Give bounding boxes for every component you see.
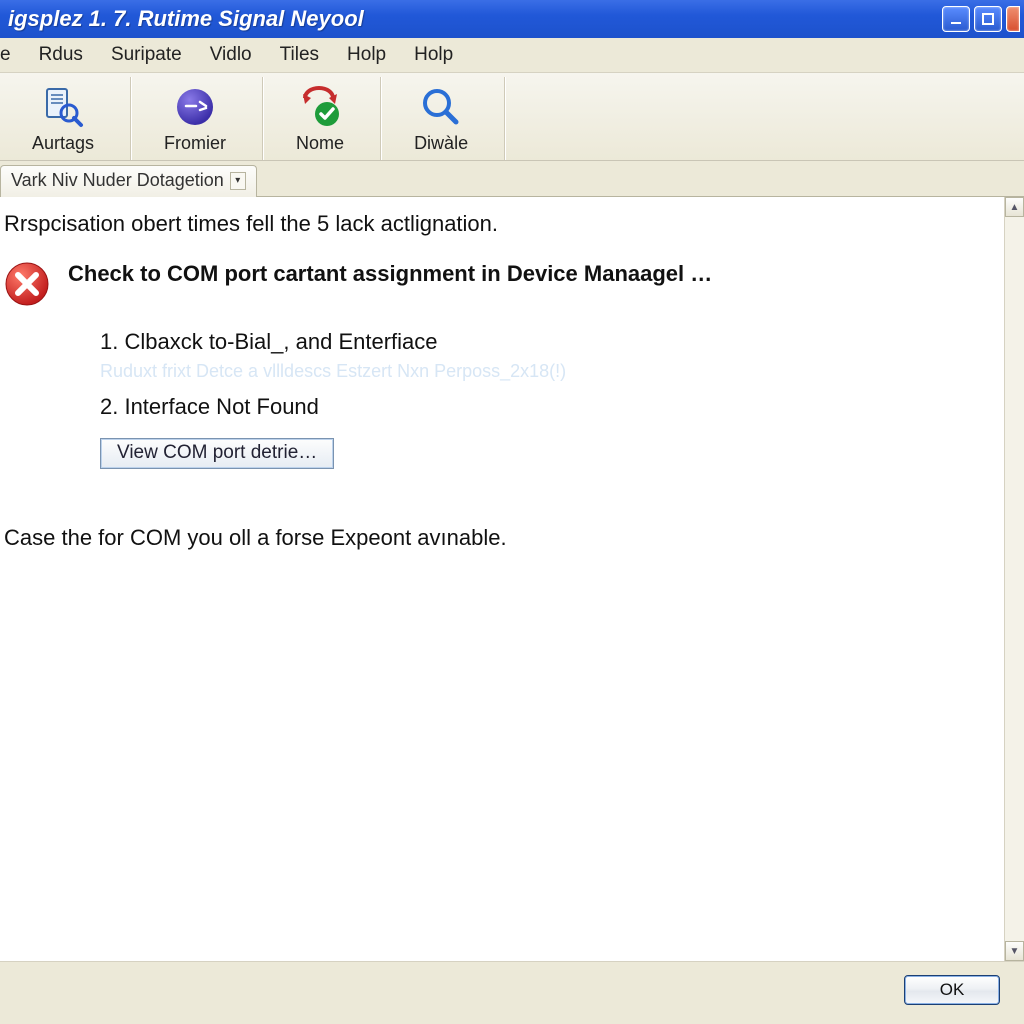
menu-item-holp-2[interactable]: Holp — [414, 44, 453, 66]
toolbar-diwale[interactable]: Diwàle — [386, 81, 496, 156]
tab-dropdown-arrow[interactable]: ▾ — [230, 172, 246, 190]
list-item-2: 2. Interface Not Found — [100, 394, 996, 420]
error-icon — [4, 261, 50, 307]
magnifier-icon — [417, 83, 465, 131]
bottom-text: Case the for COM you oll a forse Expeont… — [4, 525, 996, 551]
toolbar-label: Diwàle — [414, 133, 468, 154]
tabstrip: Vark Niv Nuder Dotagetion ▾ — [0, 161, 1024, 197]
close-button[interactable] — [1006, 6, 1020, 32]
toolbar-fromier[interactable]: Fromier — [136, 81, 254, 156]
purple-sphere-icon — [171, 83, 219, 131]
ghost-text: Ruduxt frixt Detce a vllldescs Estzert N… — [100, 361, 996, 382]
vertical-scrollbar[interactable]: ▲ ▼ — [1004, 197, 1024, 961]
toolbar-label: Aurtags — [32, 133, 94, 154]
content-pane: Rrspcisation obert times fell the 5 lack… — [0, 197, 1004, 961]
scroll-up-button[interactable]: ▲ — [1005, 197, 1024, 217]
maximize-icon — [981, 12, 995, 26]
menu-item-tiles[interactable]: Tiles — [280, 44, 319, 66]
ok-button[interactable]: OK — [904, 975, 1000, 1005]
window-title: igsplez 1. 7. Rutime Signal Neyool — [8, 6, 364, 32]
titlebar: igsplez 1. 7. Rutime Signal Neyool — [0, 0, 1024, 38]
list-item-1: 1. Clbaxck to-Bial_, and Enterfiace — [100, 329, 996, 355]
view-com-port-button[interactable]: View COM port detrie… — [100, 438, 334, 469]
dialog-buttonbar: OK — [0, 961, 1024, 1017]
toolbar-aurtags[interactable]: Aurtags — [4, 81, 122, 156]
minimize-button[interactable] — [942, 6, 970, 32]
toolbar-label: Fromier — [164, 133, 226, 154]
menu-item-rdus[interactable]: Rdus — [39, 44, 83, 66]
menu-item-suripate[interactable]: Suripate — [111, 44, 182, 66]
toolbar: Aurtags Fromier — [0, 73, 1024, 161]
maximize-button[interactable] — [974, 6, 1002, 32]
document-search-icon — [39, 83, 87, 131]
intro-text: Rrspcisation obert times fell the 5 lack… — [4, 211, 996, 237]
toolbar-nome[interactable]: Nome — [268, 81, 372, 156]
menubar: e Rdus Suripate Vidlo Tiles Holp Holp — [0, 38, 1024, 73]
tab-detection[interactable]: Vark Niv Nuder Dotagetion ▾ — [0, 165, 257, 197]
scroll-down-button[interactable]: ▼ — [1005, 941, 1024, 961]
menu-item-vidlo[interactable]: Vidlo — [210, 44, 252, 66]
menu-item-holp-1[interactable]: Holp — [347, 44, 386, 66]
refresh-check-icon — [296, 83, 344, 131]
error-heading: Check to COM port cartant assignment in … — [68, 261, 712, 287]
tab-label: Vark Niv Nuder Dotagetion — [11, 170, 224, 191]
menu-item-e[interactable]: e — [0, 44, 11, 66]
scroll-track[interactable] — [1005, 217, 1024, 941]
toolbar-label: Nome — [296, 133, 344, 154]
minimize-icon — [949, 12, 963, 26]
window-controls — [942, 6, 1020, 32]
